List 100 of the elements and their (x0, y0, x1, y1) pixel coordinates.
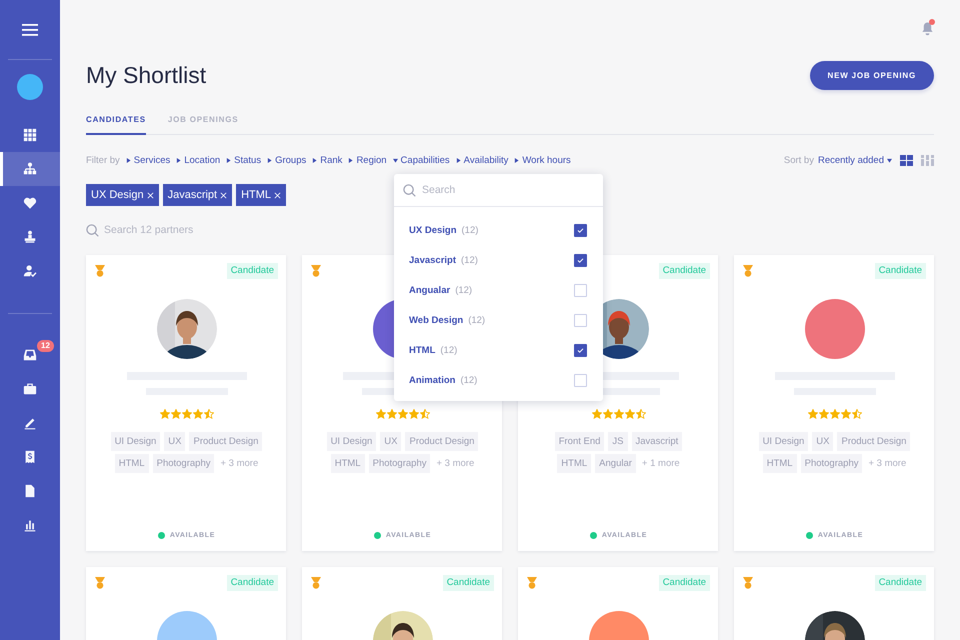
option-count: (12) (461, 254, 479, 266)
medal-icon (743, 265, 753, 277)
status-badge: Candidate (658, 263, 710, 279)
close-icon (274, 192, 282, 198)
filter-label: Filter by (86, 154, 120, 166)
tab[interactable]: CANDIDATES (86, 104, 146, 135)
checkbox[interactable] (574, 224, 587, 236)
option-label[interactable]: UX Design (409, 224, 457, 236)
skill-tag: HTML (114, 454, 149, 473)
menu-icon (22, 22, 38, 36)
medal-icon (527, 577, 537, 589)
view-toggle[interactable] (900, 154, 913, 166)
skill-tag: Product Design (405, 432, 478, 451)
grid-icon (23, 128, 37, 142)
skill-tag: UX (380, 432, 402, 451)
skill-tag: UI Design (326, 432, 376, 451)
small-grid-icon (921, 154, 934, 166)
skill-tag: Product Design (837, 432, 910, 451)
skill-tag: Photography (800, 454, 862, 473)
caret-icon (887, 158, 892, 162)
more-skills: + 1 more (640, 457, 680, 471)
filter-link[interactable]: Capabilities (392, 154, 450, 166)
filter-chip[interactable]: HTML (236, 184, 286, 206)
user-check-icon (23, 264, 37, 278)
medal-icon (311, 265, 321, 277)
view-toggle[interactable] (921, 154, 934, 166)
notification-button[interactable] (921, 21, 934, 36)
status-badge: Candidate (874, 263, 926, 279)
status-badge: Candidate (442, 575, 494, 591)
filter-link[interactable]: Groups (267, 154, 306, 166)
skill-tag: UI Design (758, 432, 808, 451)
option-count: (12) (455, 284, 474, 296)
page-title: My Shortlist (86, 62, 206, 88)
new-job-opening-button[interactable]: NEW JOB OPENING (810, 60, 934, 90)
heart-icon (23, 196, 37, 210)
search-icon (86, 224, 99, 236)
bell-icon (921, 21, 934, 36)
check-icon (577, 228, 584, 232)
skill-tag: Product Design (189, 432, 262, 451)
search-icon (403, 184, 416, 196)
check-icon (577, 348, 584, 352)
sort-dropdown[interactable]: Recently added (818, 154, 892, 166)
filter-link[interactable]: Location (176, 154, 220, 166)
option-count: (12) (460, 374, 478, 386)
skill-tag: UX (812, 432, 834, 451)
medal-icon (95, 265, 105, 277)
hierarchy-icon (23, 162, 37, 176)
close-icon (220, 192, 228, 198)
medal-icon (95, 577, 105, 589)
more-skills: + 3 more (219, 457, 258, 471)
count-badge: 12 (37, 340, 54, 352)
option-count: (12) (468, 314, 486, 326)
podium-icon (23, 230, 37, 244)
filter-link[interactable]: Work hours (514, 154, 571, 166)
status-badge: Candidate (874, 575, 926, 591)
filter-chip[interactable]: UX Design (86, 184, 159, 206)
user-avatar[interactable] (17, 74, 43, 100)
more-skills: + 3 more (435, 457, 474, 471)
sort-label: Sort by (784, 154, 814, 166)
filter-link[interactable]: Rank (312, 154, 342, 166)
search-field[interactable]: Search 12 partners (104, 224, 274, 236)
status-badge: Candidate (658, 575, 710, 591)
skill-tag: UI Design (110, 432, 160, 451)
checkbox[interactable] (574, 254, 587, 266)
inbox-icon (23, 348, 37, 362)
sidebar-item[interactable] (0, 152, 60, 186)
medal-icon (743, 577, 753, 589)
pencil-icon (23, 416, 37, 430)
briefcase-icon (23, 382, 37, 396)
option-label[interactable]: HTML (409, 344, 436, 356)
document-icon (23, 484, 37, 498)
skill-tag: Angular (595, 454, 636, 473)
skill-tag: JS (608, 432, 628, 451)
invoice-icon (23, 450, 37, 464)
skill-tag: UX (164, 432, 186, 451)
filter-link[interactable]: Availability (456, 154, 508, 166)
close-icon (146, 192, 154, 198)
skill-tag: Photography (152, 454, 214, 473)
large-grid-icon (900, 154, 913, 166)
option-count: (12) (440, 344, 458, 356)
checkbox[interactable] (574, 344, 587, 356)
filter-chip[interactable]: Javascript (162, 184, 232, 206)
filter-link[interactable]: Services (126, 154, 170, 166)
filter-link[interactable]: Status (226, 154, 262, 166)
option-label[interactable]: Angualar (409, 284, 450, 296)
skill-tag: Javascript (632, 432, 682, 451)
option-label[interactable]: Web Design (409, 314, 464, 326)
skill-tag: HTML (557, 454, 592, 473)
skill-tag: Front End (554, 432, 604, 451)
skill-tag: Photography (368, 454, 430, 473)
check-icon (577, 258, 584, 262)
skill-tag: HTML (762, 454, 797, 473)
option-count: (12) (462, 224, 480, 236)
status-badge: Candidate (226, 575, 278, 591)
bar-chart-icon (23, 518, 37, 532)
option-label[interactable]: Javascript (409, 254, 456, 266)
status-badge: Candidate (226, 263, 278, 279)
skill-tag: HTML (330, 454, 365, 473)
filter-link[interactable]: Region (348, 154, 387, 166)
option-label[interactable]: Animation (409, 374, 456, 386)
